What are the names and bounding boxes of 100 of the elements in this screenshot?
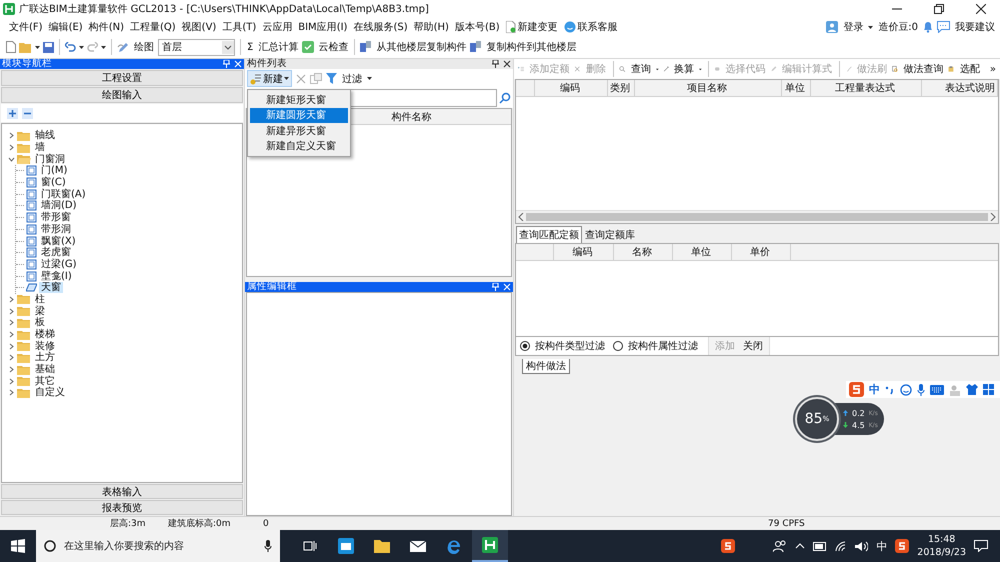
tree-item[interactable]: 柱 <box>33 294 47 305</box>
scroll-right-icon[interactable] <box>990 212 996 220</box>
people-icon[interactable] <box>773 540 788 552</box>
mail-icon[interactable] <box>410 540 426 552</box>
notification-icon[interactable] <box>974 540 988 552</box>
menu-item[interactable]: 新建异形天窗 <box>250 123 348 138</box>
scroll-left-icon[interactable] <box>518 212 524 220</box>
nav-button[interactable]: 报表预览 <box>1 500 243 515</box>
close-icon[interactable] <box>503 60 511 68</box>
shirt-icon[interactable] <box>966 384 978 395</box>
pencil-icon[interactable] <box>117 41 130 53</box>
nav-button[interactable]: 表格输入 <box>1 484 243 499</box>
tree-item[interactable]: 老虎窗 <box>39 247 73 258</box>
tree-item[interactable]: 过梁(G) <box>39 258 79 270</box>
cloud-check-button[interactable]: 云检查 <box>317 40 350 54</box>
tree-item[interactable]: 墙洞(D) <box>39 200 79 212</box>
clock[interactable]: 15:48 2018/9/23 <box>917 533 966 559</box>
tree-item[interactable]: 带形洞 <box>39 224 73 235</box>
draw-button[interactable]: 绘图 <box>133 40 155 54</box>
caret-icon[interactable] <box>101 46 106 48</box>
caret-icon[interactable] <box>656 68 659 70</box>
copy-layers-icon[interactable] <box>360 41 372 53</box>
restore-icon[interactable] <box>934 4 944 14</box>
nav-button[interactable]: 工程设置 <box>1 70 243 86</box>
tree-item[interactable]: 基础 <box>33 364 57 376</box>
battery-icon[interactable] <box>813 542 828 550</box>
smiley-icon[interactable] <box>900 384 912 396</box>
check-icon[interactable] <box>302 41 314 53</box>
app-icon[interactable] <box>338 538 354 554</box>
tree-item[interactable]: 门(M) <box>39 165 70 176</box>
menu-item[interactable]: 文件(F) <box>6 20 46 34</box>
folder-icon[interactable] <box>374 540 390 552</box>
tree-item[interactable]: 墙 <box>33 142 47 154</box>
menu-item[interactable]: 构件(N) <box>86 20 127 34</box>
tab[interactable]: 构件做法 <box>522 358 570 374</box>
menu-item[interactable]: 新建矩形天窗 <box>250 92 348 108</box>
punctuation-icon[interactable] <box>885 384 895 394</box>
menu-item[interactable]: 编辑(E) <box>46 20 86 34</box>
input-language[interactable]: 中 <box>876 538 888 554</box>
undo-icon[interactable] <box>65 42 76 52</box>
menu-link[interactable]: 联系客服 <box>578 20 618 34</box>
menu-item[interactable]: 工具(T) <box>219 20 260 34</box>
radio-label[interactable]: 按构件属性过滤 <box>628 338 698 352</box>
tree-item[interactable]: 带形窗 <box>39 212 73 224</box>
chevron-up-icon[interactable] <box>795 543 806 549</box>
filter-button[interactable]: 过滤 <box>341 72 363 86</box>
tree-item[interactable]: 楼梯 <box>33 329 57 340</box>
suggest-link[interactable]: 我要建议 <box>954 20 996 34</box>
tree-item[interactable]: 土方 <box>33 352 57 364</box>
new-document-icon[interactable] <box>6 41 16 53</box>
wifi-icon[interactable] <box>835 540 848 552</box>
tree-item[interactable]: 壁龛(I) <box>39 270 74 282</box>
toolbar-button[interactable]: 换算 <box>672 62 695 76</box>
collapse-all-icon[interactable] <box>22 108 33 118</box>
copy-to-floor-button[interactable]: 复制构件到其他楼层 <box>485 40 578 54</box>
tab[interactable]: 查询定额库 <box>582 226 638 242</box>
login-button[interactable]: 登录 <box>842 20 864 34</box>
tree-item[interactable]: 门窗洞 <box>33 154 67 165</box>
caret-icon[interactable] <box>79 46 84 48</box>
tree-item[interactable]: 自定义 <box>33 387 67 398</box>
taskbar-search-field[interactable]: 在这里输入你要搜索的内容 <box>36 530 280 562</box>
copy-from-floor-button[interactable]: 从其他楼层复制构件 <box>375 40 468 54</box>
menu-item[interactable]: 云应用 <box>259 20 296 34</box>
toolbar-button[interactable]: 选配 <box>958 62 981 76</box>
menu-item[interactable]: 新建圆形天窗 <box>250 108 348 123</box>
windows-logo-icon[interactable] <box>11 539 25 553</box>
tree-item[interactable]: 飘窗(X) <box>39 236 78 247</box>
new-button[interactable]: 新建 <box>247 70 292 87</box>
filter-icon[interactable] <box>326 73 337 84</box>
pin-icon[interactable] <box>492 60 499 68</box>
input-method-icon[interactable] <box>721 539 736 553</box>
floppy-icon[interactable] <box>43 42 54 52</box>
toolbar-button[interactable]: 做法查询 <box>902 62 944 76</box>
keyboard-icon[interactable] <box>930 384 944 394</box>
copy-layers-icon[interactable] <box>470 41 482 53</box>
tree-item[interactable]: 天窗 <box>39 282 63 294</box>
scrollbar[interactable] <box>516 210 998 222</box>
menu-item[interactable]: BIM应用(I) <box>295 20 350 34</box>
grid-icon[interactable] <box>983 384 994 395</box>
expand-all-icon[interactable] <box>7 108 18 118</box>
volume-icon[interactable] <box>855 540 868 552</box>
menu-link[interactable]: 新建变更 <box>518 20 558 34</box>
toolbar-button[interactable]: 查询 <box>630 62 652 76</box>
app-logo-icon[interactable] <box>482 537 498 553</box>
tree-item[interactable]: 其它 <box>33 376 57 387</box>
radio-button[interactable] <box>520 340 530 350</box>
close-icon[interactable] <box>976 4 986 14</box>
tree-item[interactable]: 窗(C) <box>39 177 68 188</box>
menu-item[interactable]: 版本号(B) <box>452 20 503 34</box>
tree-item[interactable]: 轴线 <box>33 130 57 142</box>
input-mode[interactable]: 中 <box>869 382 880 397</box>
menu-item[interactable]: 帮助(H) <box>410 20 452 34</box>
menu-item[interactable]: 在线服务(S) <box>350 20 411 34</box>
browser-icon[interactable] <box>446 538 462 554</box>
summary-calc-button[interactable]: 汇总计算 <box>257 40 300 54</box>
radio-button[interactable] <box>613 340 623 350</box>
caret-icon[interactable] <box>35 46 40 48</box>
microphone-icon[interactable] <box>917 384 925 396</box>
chevron-down-icon[interactable] <box>8 156 15 163</box>
menu-item[interactable]: 视图(V) <box>178 20 220 34</box>
